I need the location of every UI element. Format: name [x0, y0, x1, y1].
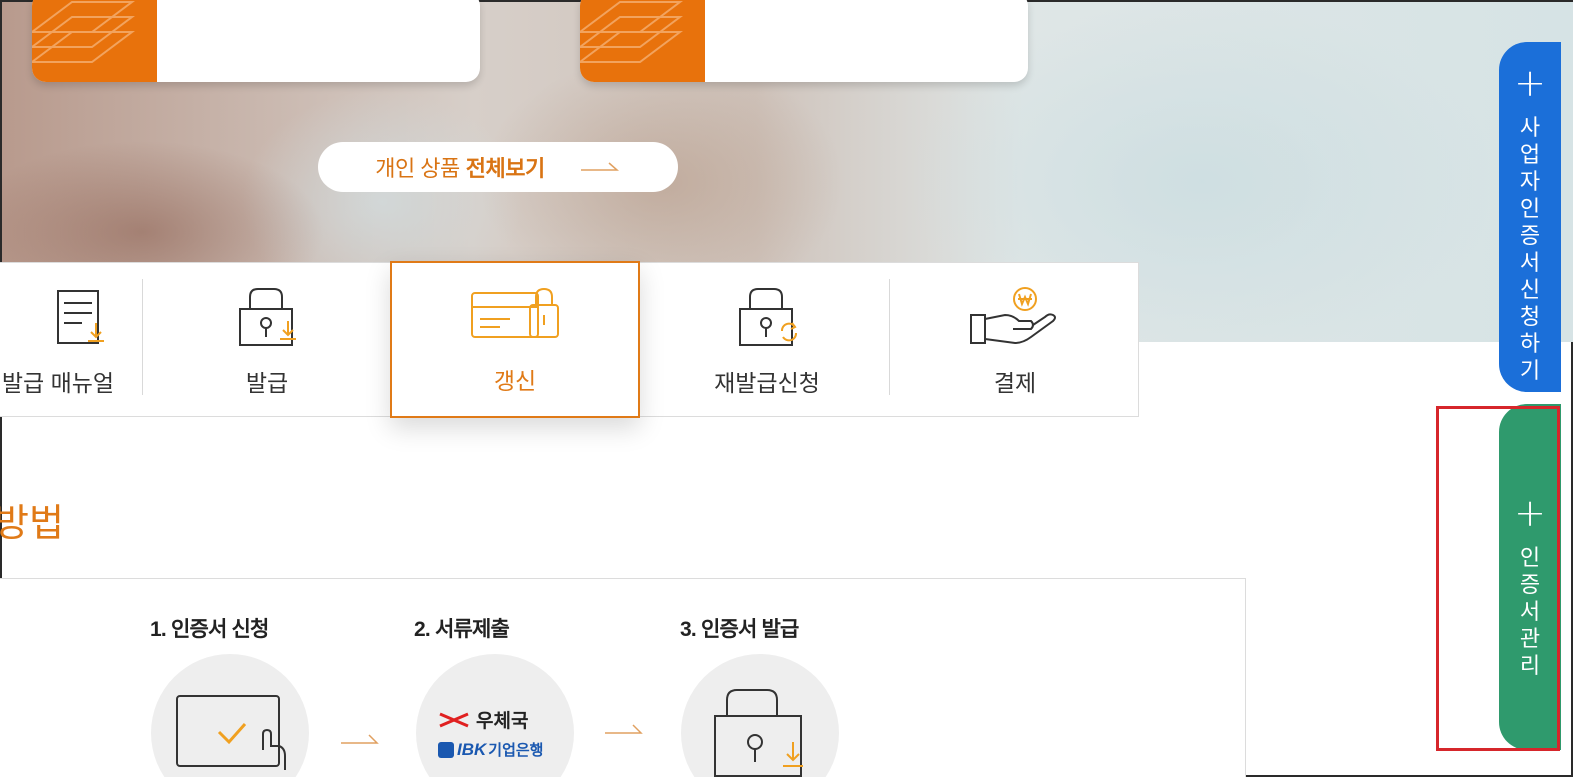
arrow-right-icon: [605, 724, 643, 734]
ibk-text: 기업은행: [488, 742, 544, 759]
lock-refresh-icon: [732, 285, 802, 355]
section-title: 방법: [0, 503, 64, 545]
view-all-products-button[interactable]: 개인 상품 전체보기: [318, 142, 678, 192]
hand-coin-icon: [969, 285, 1061, 355]
arrow-right-icon: [580, 162, 619, 171]
menu-label: 발급: [245, 370, 289, 396]
product-card-2[interactable]: [580, 0, 1028, 82]
manual-document-icon: [48, 285, 118, 355]
menu-item-issue[interactable]: 발급: [142, 263, 392, 418]
monitor-check-icon: [176, 695, 286, 770]
menu-label: 발급 매뉴얼: [1, 370, 115, 396]
step-label: 1. 인증서 신청: [150, 618, 269, 641]
cert-menu-bar: 발급 매뉴얼 발급 갱신 재발급신청 결제: [0, 261, 1140, 418]
plus-icon: +: [1514, 61, 1546, 105]
lock-download-icon: [714, 689, 803, 777]
step-label: 2. 서류제출: [414, 618, 510, 641]
menu-item-reissue[interactable]: 재발급신청: [642, 263, 892, 418]
post-logo-icon: [439, 712, 469, 727]
post-logo-text: 우체국: [476, 711, 529, 732]
menu-item-payment[interactable]: 결제: [890, 263, 1140, 418]
pattern-icon: [580, 1, 683, 63]
pattern-icon: [32, 1, 135, 63]
plus-icon: +: [1514, 491, 1546, 535]
step-circle: [151, 654, 309, 777]
process-box: 1. 인증서 신청 2. 서류제출 우체국 IBK 기업은행 3. 인증서 발급: [0, 578, 1246, 777]
business-cert-apply-label: 사업자인증서 신청하기: [1519, 115, 1541, 383]
ibk-brand: IBK: [457, 739, 487, 759]
step-circle: [681, 654, 839, 777]
ibk-logo-icon: [438, 741, 454, 758]
cert-manage-button[interactable]: + 인증서 관리: [1499, 404, 1561, 750]
menu-label: 갱신: [493, 368, 537, 394]
product-card-1[interactable]: [32, 0, 480, 82]
view-all-prefix: 개인 상품: [375, 156, 460, 181]
post-bank-logos-icon: 우체국 IBK 기업은행: [438, 706, 558, 760]
product-card-tab: [32, 0, 157, 82]
arrow-right-icon: [341, 734, 379, 744]
step-circle: 우체국 IBK 기업은행: [416, 654, 574, 777]
menu-item-renew[interactable]: 갱신: [390, 261, 640, 418]
product-card-tab: [580, 0, 705, 82]
business-cert-apply-button[interactable]: + 사업자인증서 신청하기: [1499, 42, 1561, 392]
step-label: 3. 인증서 발급: [680, 618, 799, 641]
lock-download-icon: [232, 285, 302, 355]
card-lock-icon: [470, 285, 560, 349]
menu-label: 재발급신청: [714, 370, 820, 396]
cert-manage-label: 인증서 관리: [1519, 545, 1541, 678]
view-all-bold: 전체보기: [465, 156, 545, 181]
menu-label: 결제: [993, 370, 1037, 396]
